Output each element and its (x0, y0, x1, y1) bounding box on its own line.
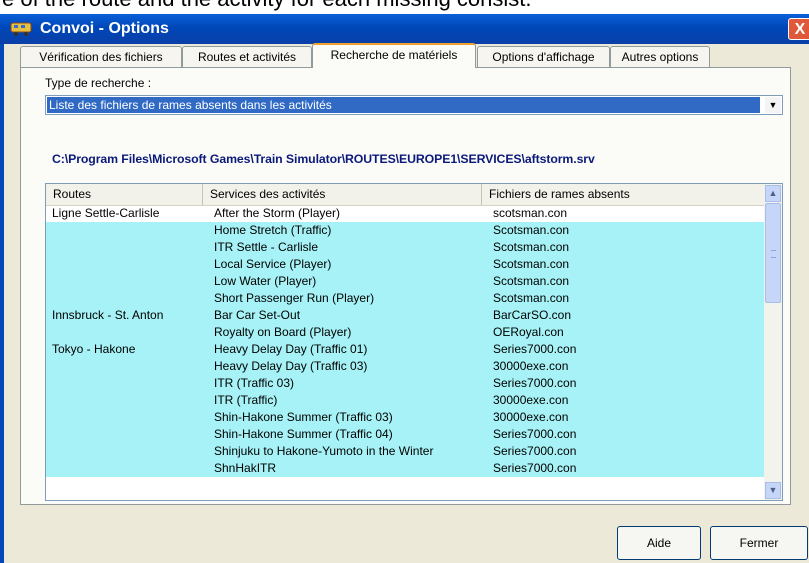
route-cell: Innsbruck - St. Anton (52, 308, 164, 322)
route-cell: Tokyo - Hakone (52, 342, 136, 356)
file-cell: 30000exe.con (493, 393, 569, 407)
service-cell: Heavy Delay Day (Traffic 01) (214, 342, 368, 356)
title-bar[interactable]: Convoi - Options X (0, 14, 809, 44)
list-item[interactable]: Shinjuku to Hakone-Yumoto in the Winter S… (46, 443, 764, 460)
list-item[interactable]: Home Stretch (Traffic) Scotsman.con (46, 222, 764, 239)
close-window-button[interactable]: X (788, 18, 809, 40)
service-cell: Bar Car Set-Out (214, 308, 301, 322)
service-cell: Shinjuku to Hakone-Yumoto in the Winter (214, 444, 434, 458)
list-item[interactable]: Shin-Hakone Summer (Traffic 03) 30000exe.… (46, 409, 764, 426)
file-cell: Scotsman.con (493, 223, 570, 237)
window-frame (0, 44, 4, 563)
file-cell: OERoyal.con (493, 325, 564, 339)
file-cell: BarCarSO.con (493, 308, 572, 322)
file-cell: 30000exe.con (493, 359, 569, 373)
service-cell: Shin-Hakone Summer (Traffic 03) (214, 410, 393, 424)
service-cell: Shin-Hakone Summer (Traffic 04) (214, 427, 393, 441)
tab-verification-fichiers[interactable]: Vérification des fichiers (20, 46, 182, 67)
column-header-services[interactable]: Services des activités (203, 184, 482, 205)
file-path: C:\Program Files\Microsoft Games\Train S… (52, 152, 595, 166)
file-cell: Series7000.con (493, 342, 577, 356)
service-cell: Short Passenger Run (Player) (214, 291, 375, 305)
close-button[interactable]: Fermer (710, 526, 808, 560)
scroll-down-icon[interactable]: ▼ (765, 482, 781, 499)
list-item[interactable]: ITR (Traffic 03) Series7000.con (46, 375, 764, 392)
column-header-fichiers[interactable]: Fichiers de rames absents (482, 184, 764, 205)
service-cell: After the Storm (Player) (214, 206, 341, 220)
service-cell: ITR (Traffic 03) (214, 376, 295, 390)
help-button[interactable]: Aide (617, 526, 701, 560)
grip-icon (771, 250, 776, 258)
vertical-scrollbar[interactable]: ▲ ▼ (764, 184, 782, 500)
service-cell: ShnHakITR (214, 461, 277, 475)
chevron-down-icon[interactable]: ▼ (765, 97, 781, 113)
tab-recherche-materiels[interactable]: Recherche de matériels (312, 43, 476, 68)
file-cell: Scotsman.con (493, 291, 570, 305)
list-item[interactable]: Short Passenger Run (Player) Scotsman.con (46, 290, 764, 307)
list-item[interactable]: ShnHakITR Series7000.con (46, 460, 764, 477)
list-item[interactable]: Heavy Delay Day (Traffic 03) 30000exe.con (46, 358, 764, 375)
scroll-up-icon[interactable]: ▲ (765, 185, 781, 202)
list-item[interactable]: ITR Settle - Carlisle Scotsman.con (46, 239, 764, 256)
file-cell: Series7000.con (493, 444, 577, 458)
train-icon (10, 22, 32, 36)
service-cell: ITR Settle - Carlisle (214, 240, 319, 254)
file-cell: Scotsman.con (493, 240, 570, 254)
window-title: Convoi - Options (40, 20, 169, 37)
file-cell: Series7000.con (493, 376, 577, 390)
service-cell: ITR (Traffic) (214, 393, 278, 407)
service-cell: Home Stretch (Traffic) (214, 223, 332, 237)
file-cell: Scotsman.con (493, 257, 570, 271)
service-cell: Royalty on Board (Player) (214, 325, 352, 339)
results-list[interactable]: Routes Services des activités Fichiers d… (45, 183, 783, 501)
list-item[interactable]: Low Water (Player) Scotsman.con (46, 273, 764, 290)
route-cell: Ligne Settle-Carlisle (52, 206, 160, 220)
list-rows: Ligne Settle-Carlisle After the Storm (Pl… (46, 205, 764, 477)
file-cell: 30000exe.con (493, 410, 569, 424)
service-cell: Heavy Delay Day (Traffic 03) (214, 359, 368, 373)
list-item[interactable]: Ligne Settle-Carlisle After the Storm (Pl… (46, 205, 764, 222)
file-cell: Series7000.con (493, 461, 577, 475)
tab-options-affichage[interactable]: Options d'affichage (477, 46, 610, 67)
list-item[interactable]: ITR (Traffic) 30000exe.con (46, 392, 764, 409)
file-cell: scotsman.con (493, 206, 568, 220)
page-caption: e of the route and the activity for each… (0, 0, 809, 14)
list-item[interactable]: Shin-Hakone Summer (Traffic 04) Series700… (46, 426, 764, 443)
search-type-value: Liste des fichiers de rames absents dans… (47, 97, 760, 113)
list-item[interactable]: Local Service (Player) Scotsman.con (46, 256, 764, 273)
list-item[interactable]: Royalty on Board (Player) OERoyal.con (46, 324, 764, 341)
list-item[interactable]: Tokyo - Hakone Heavy Delay Day (Traffic 0… (46, 341, 764, 358)
column-header-routes[interactable]: Routes (46, 184, 203, 205)
tab-autres-options[interactable]: Autres options (610, 46, 710, 67)
tab-routes-activites[interactable]: Routes et activités (182, 46, 312, 67)
search-type-dropdown[interactable]: Liste des fichiers de rames absents dans… (45, 95, 783, 115)
list-header: Routes Services des activités Fichiers d… (46, 184, 764, 206)
service-cell: Low Water (Player) (214, 274, 317, 288)
search-type-label: Type de recherche : (45, 76, 152, 90)
scrollbar-thumb[interactable] (765, 203, 781, 303)
file-cell: Series7000.con (493, 427, 577, 441)
list-item[interactable]: Innsbruck - St. Anton Bar Car Set-Out BarC… (46, 307, 764, 324)
service-cell: Local Service (Player) (214, 257, 332, 271)
file-cell: Scotsman.con (493, 274, 570, 288)
